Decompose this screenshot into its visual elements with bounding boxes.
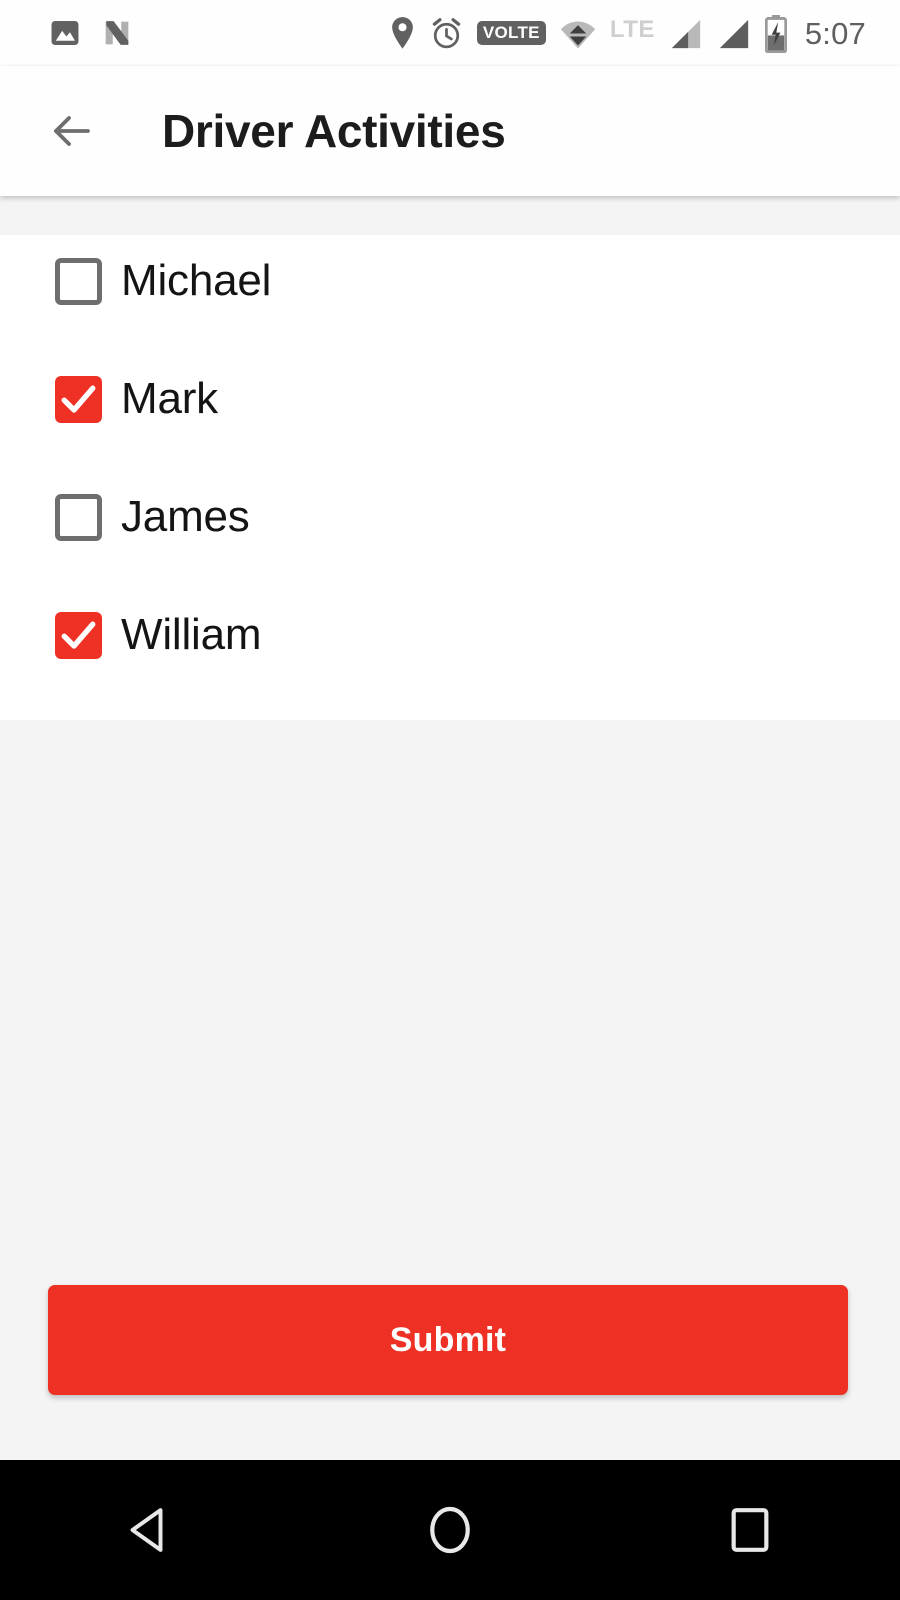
- triangle-back-icon: [130, 1508, 163, 1552]
- list-item-label: James: [121, 492, 250, 541]
- list-item-mark[interactable]: Mark: [0, 353, 900, 445]
- nav-home-button[interactable]: [395, 1475, 505, 1585]
- submit-button[interactable]: Submit: [48, 1285, 848, 1395]
- square-recents-icon: [731, 1508, 769, 1552]
- checkbox-mark-checked[interactable]: [55, 375, 102, 423]
- list-item-michael[interactable]: Michael: [0, 235, 900, 327]
- app-bar: Driver Activities: [0, 66, 900, 196]
- checkmark-icon: [61, 385, 96, 413]
- content-area: Michael Mark James William Submit: [0, 196, 900, 1460]
- alarm-clock-icon: [430, 17, 463, 50]
- checkmark-icon: [61, 621, 96, 649]
- circle-home-icon: [430, 1506, 470, 1554]
- back-button[interactable]: [44, 103, 100, 159]
- wifi-icon: [560, 17, 596, 50]
- photo-icon: [48, 16, 82, 50]
- list-item-label: Mark: [121, 374, 218, 423]
- android-navigation-bar: [0, 1460, 900, 1600]
- list-item-label: Michael: [121, 256, 272, 305]
- volte-badge: VOLTE: [476, 21, 546, 45]
- checkbox-william-checked[interactable]: [55, 611, 102, 659]
- list-item-label: William: [121, 610, 262, 659]
- signal-bars-icon-2: [717, 17, 751, 50]
- checkbox-michael-unchecked[interactable]: [55, 257, 102, 305]
- clock-time: 5:07: [804, 15, 866, 51]
- list-item-william[interactable]: William: [0, 589, 900, 681]
- nav-recents-button[interactable]: [695, 1475, 805, 1585]
- nav-back-button[interactable]: [95, 1475, 205, 1585]
- status-bar-right-icons: VOLTE LTE 5:07: [389, 15, 866, 54]
- page-title: Driver Activities: [162, 105, 506, 157]
- arrow-left-icon: [54, 116, 90, 146]
- network-type-label: LTE: [609, 16, 655, 43]
- status-bar: VOLTE LTE 5:07: [0, 0, 900, 66]
- driver-checkbox-list: Michael Mark James William: [0, 235, 900, 720]
- phone-screen: VOLTE LTE 5:07 Driver Activities Michael…: [0, 0, 900, 1600]
- checkbox-james-unchecked[interactable]: [55, 493, 102, 541]
- list-item-james[interactable]: James: [0, 471, 900, 563]
- android-nougat-logo-icon: [100, 16, 134, 50]
- battery-charging-icon: [764, 15, 788, 54]
- signal-bars-icon-1: [669, 17, 703, 50]
- location-pin-icon: [389, 16, 416, 50]
- status-bar-left-icons: [48, 16, 134, 50]
